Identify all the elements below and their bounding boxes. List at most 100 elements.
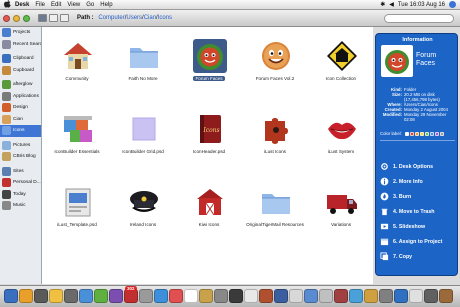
dock-app-icon[interactable] xyxy=(304,289,318,303)
search-input[interactable] xyxy=(384,13,454,23)
sidebar-item[interactable]: Personal D... xyxy=(0,177,41,189)
action-item[interactable]: 7. Copy xyxy=(380,249,458,264)
color-label-swatch[interactable] xyxy=(404,131,409,136)
action-item[interactable]: 5. Slideshow xyxy=(380,219,458,234)
path-segment-cian[interactable]: Cian xyxy=(144,15,156,21)
file-item-label: Forum Faces xyxy=(176,76,242,81)
menu-edit[interactable]: Edit xyxy=(51,2,61,8)
sidebar-item[interactable]: CBris Blog xyxy=(0,151,41,163)
dock-app-icon[interactable] xyxy=(319,289,333,303)
file-item[interactable]: iLust_Template.psd xyxy=(44,177,110,241)
sidebar-item[interactable]: Clipboard xyxy=(0,53,41,65)
path-segment-users[interactable]: Users xyxy=(126,15,142,21)
sidebar-item-icon xyxy=(2,114,11,124)
close-window-button[interactable] xyxy=(3,14,10,22)
sidebar-item-label: Music xyxy=(13,203,26,209)
color-label-swatch[interactable] xyxy=(439,131,444,136)
dock-app-icon[interactable] xyxy=(274,289,288,303)
sidebar-item[interactable]: Pictures xyxy=(0,140,41,152)
dock-app-icon[interactable] xyxy=(4,289,18,303)
file-item[interactable]: Variations xyxy=(308,177,374,241)
dock-app-icon[interactable] xyxy=(394,289,408,303)
dock-app-icon[interactable] xyxy=(79,289,93,303)
action-item[interactable]: 2. More Info xyxy=(380,174,458,189)
sidebar-item[interactable]: Cian xyxy=(0,114,41,126)
dock-app-icon[interactable] xyxy=(19,289,33,303)
dock-app-icon[interactable] xyxy=(169,289,183,303)
sidebar-item[interactable]: Cupboard xyxy=(0,65,41,77)
action-item[interactable]: 6. Assign to Project xyxy=(380,234,458,249)
file-item[interactable]: Community xyxy=(44,31,110,95)
dock-app-icon[interactable] xyxy=(199,289,213,303)
file-item[interactable]: Forum Faces Vol.2 xyxy=(242,31,308,95)
color-label-swatch[interactable] xyxy=(419,131,424,136)
color-label-swatch[interactable] xyxy=(429,131,434,136)
color-label-swatch[interactable] xyxy=(434,131,439,136)
list-view-button[interactable] xyxy=(49,14,58,22)
dock-app-icon[interactable] xyxy=(379,289,393,303)
file-item[interactable]: IconBuilder Grid.psd xyxy=(110,104,176,168)
file-item[interactable]: Icons IconHeader.psd xyxy=(176,104,242,168)
dock-app-icon[interactable] xyxy=(244,289,258,303)
file-item[interactable]: IconBuilder Essentials xyxy=(44,104,110,168)
color-label-swatch[interactable] xyxy=(424,131,429,136)
file-item[interactable]: Kiwi Icons xyxy=(176,177,242,241)
icon-view-button[interactable] xyxy=(38,14,47,22)
dock-app-icon[interactable] xyxy=(439,289,453,303)
file-item[interactable]: Icon Collection xyxy=(308,31,374,95)
dock-app-icon[interactable] xyxy=(94,289,108,303)
file-item[interactable]: iLust System xyxy=(308,104,374,168)
file-item[interactable]: iLust Icons xyxy=(242,104,308,168)
dock-app-icon[interactable] xyxy=(64,289,78,303)
sidebar-item[interactable]: Design xyxy=(0,102,41,114)
color-label-swatch[interactable] xyxy=(414,131,419,136)
file-item[interactable]: Forum Faces xyxy=(176,31,242,95)
file-item[interactable]: OriginalTigerMail Resources xyxy=(242,177,308,241)
menu-file[interactable]: File xyxy=(35,2,45,8)
dock-app-icon[interactable] xyxy=(214,289,228,303)
file-item[interactable]: Ireland Icons xyxy=(110,177,176,241)
minimize-window-button[interactable] xyxy=(13,14,20,22)
dock-app-icon[interactable] xyxy=(259,289,273,303)
dock-app-icon[interactable] xyxy=(229,289,243,303)
dock-app-icon[interactable] xyxy=(364,289,378,303)
sidebar-item[interactable]: afterglow xyxy=(0,79,41,91)
dock-app-icon[interactable] xyxy=(49,289,63,303)
dock-app-icon[interactable] xyxy=(334,289,348,303)
action-item[interactable]: 3. Burn xyxy=(380,189,458,204)
sidebar-item[interactable]: Sites xyxy=(0,166,41,178)
dock-app-icon[interactable] xyxy=(139,289,153,303)
dock-app-icon[interactable] xyxy=(349,289,363,303)
volume-icon[interactable]: ◀ xyxy=(389,1,394,8)
dock-app-icon[interactable] xyxy=(184,289,198,303)
color-label-swatch[interactable] xyxy=(409,131,414,136)
path-segment-icons[interactable]: Icons xyxy=(158,15,172,21)
sidebar-item[interactable]: Music xyxy=(0,200,41,212)
menu-help[interactable]: Help xyxy=(100,2,112,8)
spotlight-icon[interactable] xyxy=(449,1,456,8)
app-menu-desk[interactable]: Desk xyxy=(15,2,29,8)
dock-app-icon[interactable] xyxy=(409,289,423,303)
dock-app-icon[interactable] xyxy=(124,289,138,303)
bluetooth-icon[interactable]: ✱ xyxy=(380,1,385,8)
apple-icon[interactable] xyxy=(4,0,12,10)
menu-view[interactable]: View xyxy=(67,2,80,8)
zoom-window-button[interactable] xyxy=(23,14,30,22)
sidebar-item[interactable]: Projects xyxy=(0,27,41,39)
dock-app-icon[interactable] xyxy=(154,289,168,303)
action-item[interactable]: 1. Desk Options xyxy=(380,159,458,174)
dock-app-icon[interactable] xyxy=(34,289,48,303)
sidebar-item[interactable]: Recent Searches xyxy=(0,39,41,51)
column-view-button[interactable] xyxy=(60,14,69,22)
dock-app-icon[interactable] xyxy=(289,289,303,303)
menu-clock[interactable]: Tue 16:03 Aug 16 xyxy=(398,2,445,8)
action-item[interactable]: 4. Move to Trash xyxy=(380,204,458,219)
dock-app-icon[interactable] xyxy=(424,289,438,303)
sidebar-item[interactable]: Today xyxy=(0,189,41,201)
menu-go[interactable]: Go xyxy=(86,2,94,8)
dock-app-icon[interactable] xyxy=(109,289,123,303)
sidebar-item[interactable]: Applications xyxy=(0,91,41,103)
path-segment-computer[interactable]: Computer xyxy=(98,15,124,21)
sidebar-item[interactable]: Icons xyxy=(0,125,41,137)
file-item[interactable]: Faith No More xyxy=(110,31,176,95)
